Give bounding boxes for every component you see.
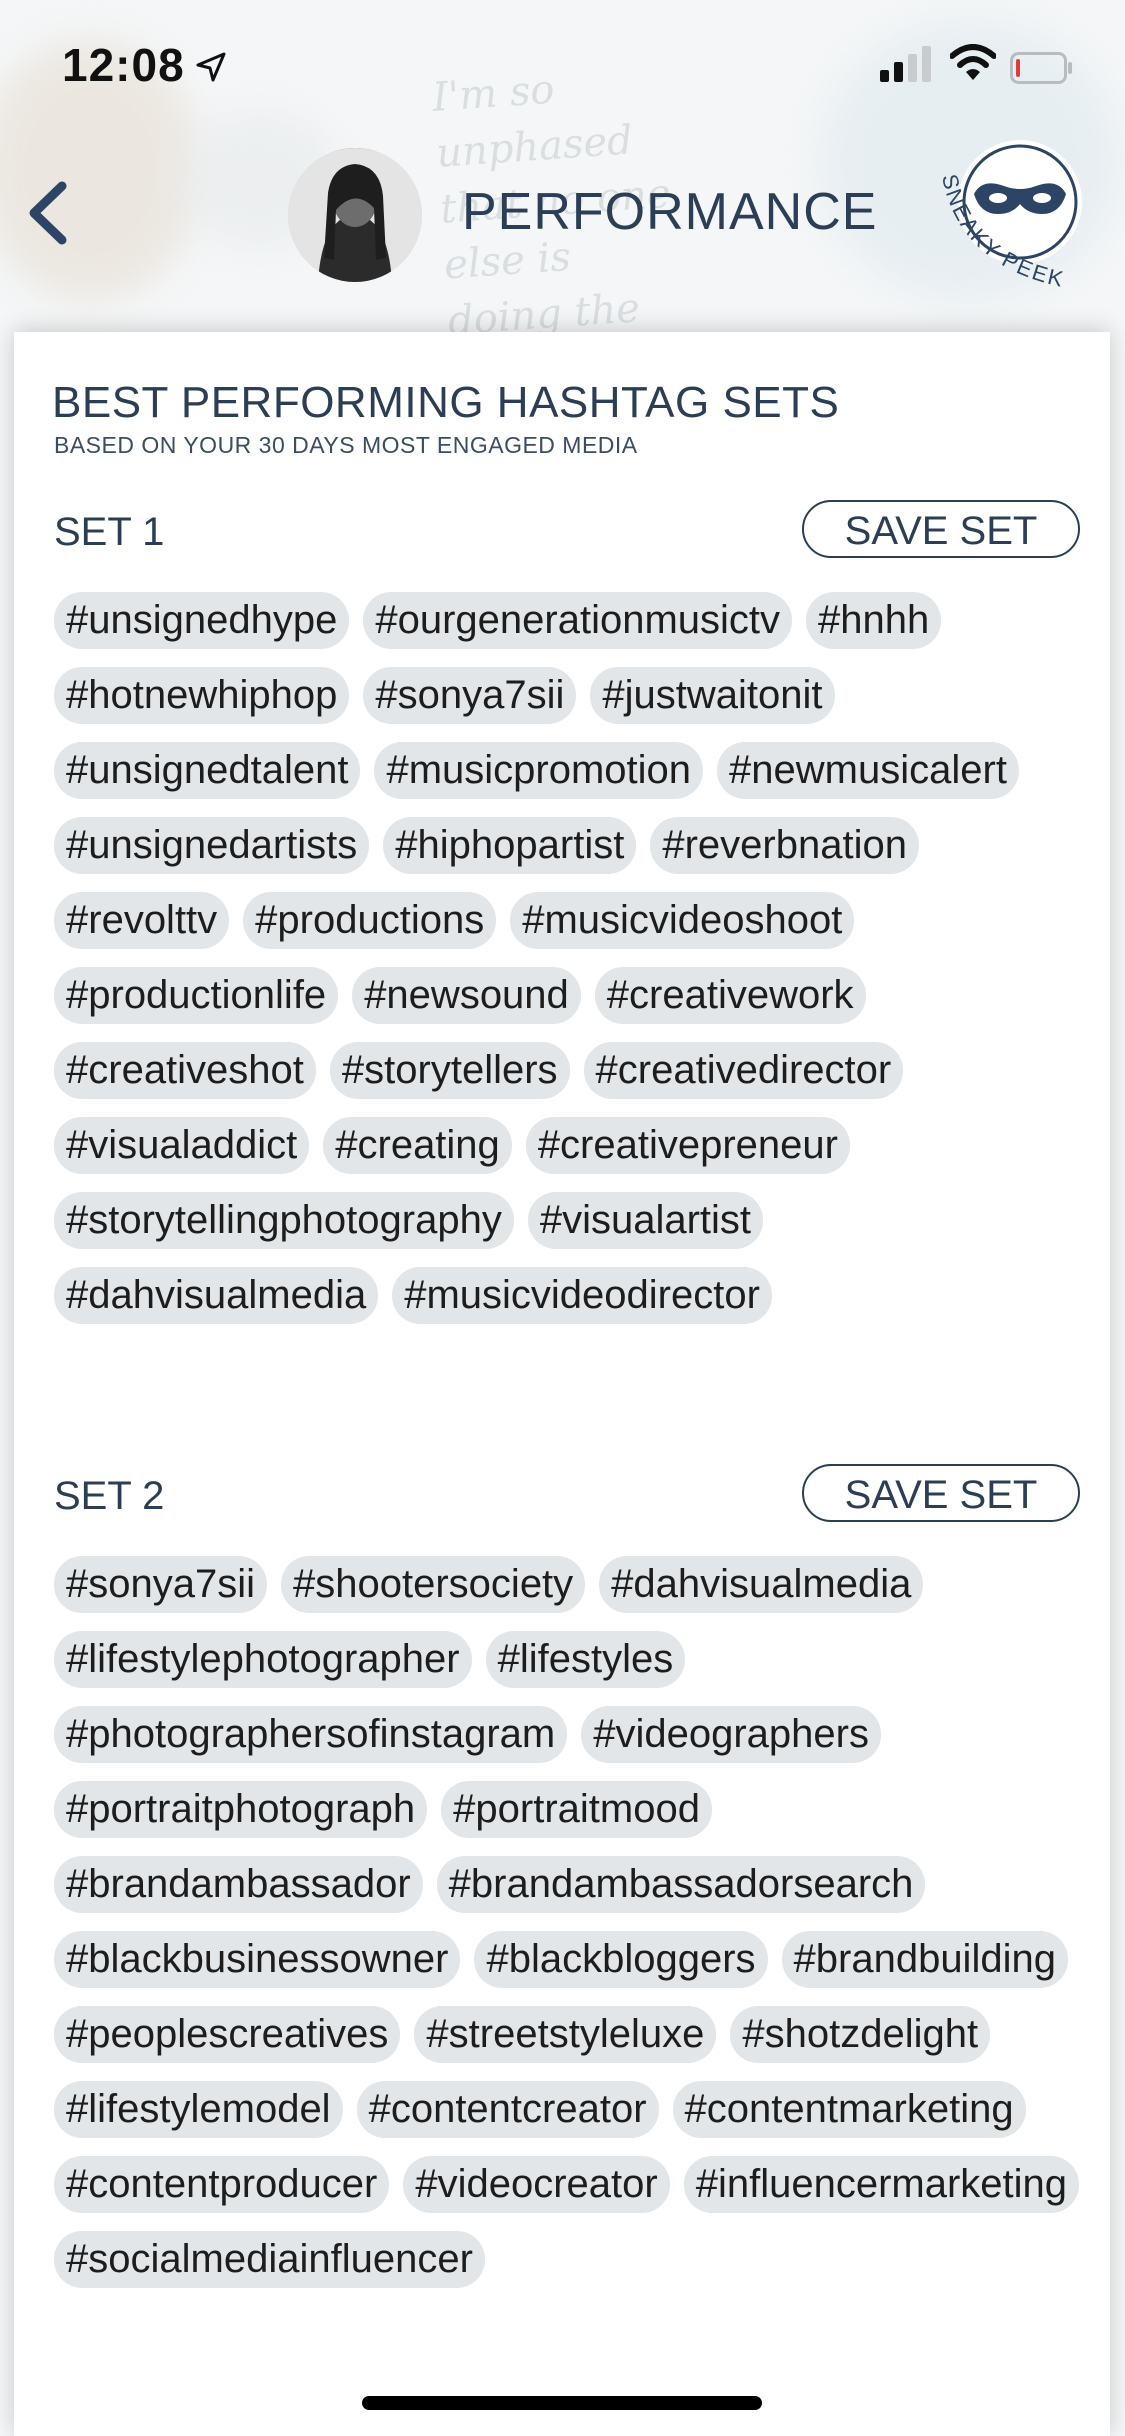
- hashtag-chip[interactable]: #reverbnation: [650, 817, 919, 874]
- hashtag-chip[interactable]: #creating: [323, 1117, 512, 1174]
- set-label: SET 2: [54, 1474, 165, 1518]
- tag-list: #unsignedhype #ourgenerationmusictv #hnhh #…: [54, 592, 1094, 1324]
- hashtag-chip[interactable]: #lifestyles: [485, 1631, 686, 1688]
- hashtag-chip[interactable]: #musicvideoshoot: [510, 892, 855, 949]
- card-title: BEST PERFORMING HASHTAG SETS: [52, 378, 840, 427]
- hashtag-chip[interactable]: #contentcreator: [356, 2081, 659, 2138]
- save-set-button[interactable]: SAVE SET: [802, 500, 1080, 558]
- hashtag-chip[interactable]: #unsignedtalent: [54, 742, 361, 799]
- hashtag-chip[interactable]: #storytellingphotography: [54, 1192, 514, 1249]
- page-title: PERFORMANCE: [462, 183, 878, 241]
- hashtag-chip[interactable]: #portraitphotograph: [54, 1781, 428, 1838]
- hashtag-chip[interactable]: #creativepreneur: [525, 1117, 850, 1174]
- hashtag-chip[interactable]: #creativework: [594, 967, 866, 1024]
- avatar-photo: [288, 148, 422, 282]
- home-indicator[interactable]: [362, 2396, 762, 2410]
- hashtag-chip[interactable]: #ourgenerationmusictv: [363, 592, 793, 649]
- hashtag-chip[interactable]: #hiphopartist: [383, 817, 637, 874]
- save-set-button[interactable]: SAVE SET: [802, 1464, 1080, 1522]
- hashtag-chip[interactable]: #contentproducer: [54, 2156, 390, 2213]
- hashtag-chip[interactable]: #sonya7sii: [363, 667, 577, 724]
- hashtag-chip[interactable]: #creativedirector: [583, 1042, 904, 1099]
- hashtag-chip[interactable]: #unsignedartists: [54, 817, 370, 874]
- hashtag-chip[interactable]: #contentmarketing: [672, 2081, 1026, 2138]
- hashtag-chip[interactable]: #musicvideodirector: [392, 1267, 772, 1324]
- hashtag-chip[interactable]: #hnhh: [806, 592, 942, 649]
- hashtag-chip[interactable]: #brandambassador: [54, 1856, 423, 1913]
- status-bar: 12:08: [0, 0, 1125, 140]
- hashtag-chip[interactable]: #shootersociety: [281, 1556, 586, 1613]
- hashtag-chip[interactable]: #portraitmood: [441, 1781, 712, 1838]
- chevron-left-icon[interactable]: [22, 180, 74, 246]
- hashtag-chip[interactable]: #brandambassadorsearch: [436, 1856, 926, 1913]
- hashtag-chip[interactable]: #videocreator: [403, 2156, 670, 2213]
- hashtag-chip[interactable]: #dahvisualmedia: [599, 1556, 924, 1613]
- hashtag-chip[interactable]: #justwaitonit: [590, 667, 835, 724]
- status-time: 12:08: [62, 39, 185, 91]
- hashtag-chip[interactable]: #revolttv: [54, 892, 230, 949]
- hashtag-chip[interactable]: #hotnewhiphop: [54, 667, 350, 724]
- hashtag-chip[interactable]: #shotzdelight: [730, 2006, 991, 2063]
- hashtag-chip[interactable]: #visualartist: [527, 1192, 764, 1249]
- hashtag-chip[interactable]: #brandbuilding: [781, 1931, 1068, 1988]
- hashtag-chip[interactable]: #sonya7sii: [54, 1556, 268, 1613]
- hashtag-chip[interactable]: #influencermarketing: [683, 2156, 1080, 2213]
- hashtag-chip[interactable]: #socialmediainfluencer: [54, 2231, 485, 2288]
- mask-badge-icon[interactable]: SNEAKY PEEK: [930, 136, 1086, 292]
- hashtag-chip[interactable]: #blackbusinessowner: [54, 1931, 461, 1988]
- hashtag-chip[interactable]: #lifestylemodel: [54, 2081, 343, 2138]
- hashtag-chip[interactable]: #streetstyleluxe: [414, 2006, 717, 2063]
- hashtag-chip[interactable]: #creativeshot: [54, 1042, 316, 1099]
- card-subtitle: BASED ON YOUR 30 DAYS MOST ENGAGED MEDIA: [54, 432, 638, 458]
- location-arrow-icon: [196, 52, 226, 82]
- hashtag-chip[interactable]: #lifestylephotographer: [54, 1631, 472, 1688]
- hashtag-chip[interactable]: #videographers: [581, 1706, 881, 1763]
- hashtag-sets-card: BEST PERFORMING HASHTAG SETS BASED ON YO…: [14, 332, 1110, 2436]
- hashtag-chip[interactable]: #peoplescreatives: [54, 2006, 401, 2063]
- hashtag-chip[interactable]: #dahvisualmedia: [54, 1267, 379, 1324]
- set-label: SET 1: [54, 510, 165, 554]
- hashtag-chip[interactable]: #photographersofinstagram: [54, 1706, 568, 1763]
- hashtag-chip[interactable]: #visualaddict: [54, 1117, 310, 1174]
- battery-low-icon: [1010, 52, 1072, 84]
- hashtag-chip[interactable]: #unsignedhype: [54, 592, 350, 649]
- cellular-signal-icon: [880, 46, 931, 82]
- avatar[interactable]: [288, 148, 422, 282]
- hashtag-chip[interactable]: #blackbloggers: [474, 1931, 768, 1988]
- hashtag-chip[interactable]: #productions: [243, 892, 497, 949]
- hashtag-chip[interactable]: #newsound: [352, 967, 581, 1024]
- tag-list: #sonya7sii #shootersociety #dahvisualmedia…: [54, 1556, 1094, 2288]
- wifi-icon: [950, 44, 996, 80]
- hashtag-chip[interactable]: #musicpromotion: [374, 742, 704, 799]
- hashtag-chip[interactable]: #storytellers: [329, 1042, 570, 1099]
- hashtag-chip[interactable]: #productionlife: [54, 967, 339, 1024]
- hashtag-chip[interactable]: #newmusicalert: [717, 742, 1019, 799]
